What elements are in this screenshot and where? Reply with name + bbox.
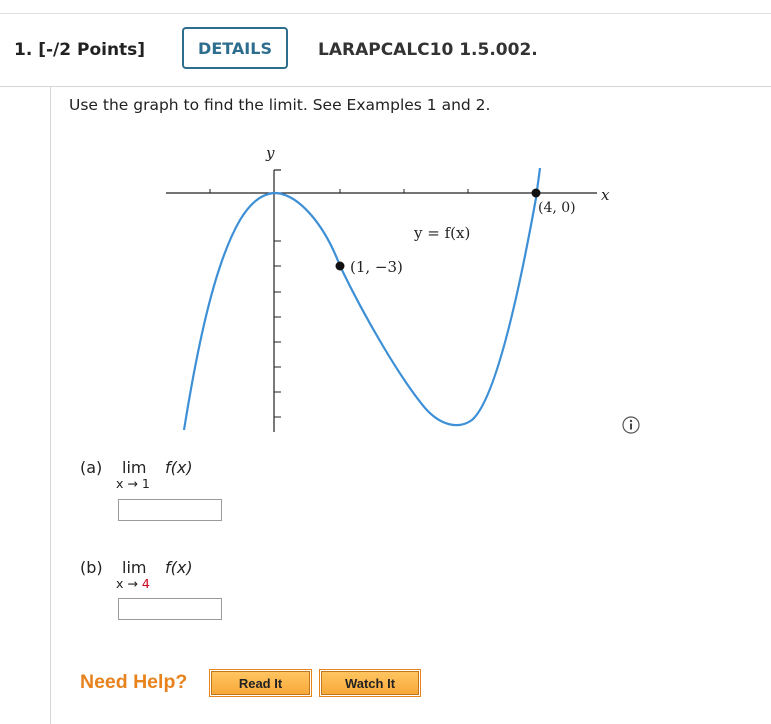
curve-label: y = f(x) [413, 224, 470, 242]
part-b-label: (b) [80, 558, 103, 577]
question-prompt: Use the graph to find the limit. See Exa… [69, 96, 491, 114]
point-label-1-neg3: (1, −3) [350, 258, 403, 276]
part-a-function: f(x) [165, 458, 193, 477]
info-icon[interactable] [622, 416, 640, 434]
x-axis-label: x [601, 186, 610, 204]
part-a-label: (a) [80, 458, 103, 477]
point-label-4-0: (4, 0) [538, 200, 576, 216]
part-a-lim: lim [122, 458, 147, 477]
part-a-answer-input[interactable] [118, 499, 222, 521]
read-it-button[interactable]: Read It [209, 669, 312, 697]
details-button[interactable]: DETAILS [182, 27, 288, 69]
left-border [50, 87, 51, 724]
function-graph: y x y = f(x) (1, −3) (4, 0) [166, 144, 610, 432]
y-axis-label: y [265, 144, 275, 162]
part-b-answer-input[interactable] [118, 598, 222, 620]
question-header: 1. [-/2 Points] DETAILS LARAPCALC10 1.5.… [0, 14, 771, 87]
point-4-0 [531, 188, 541, 198]
watch-it-button[interactable]: Watch It [319, 669, 421, 697]
question-id: LARAPCALC10 1.5.002. [318, 40, 538, 60]
part-a-subscript: x → 1 [116, 476, 150, 491]
part-b-lim: lim [122, 558, 147, 577]
point-1-neg3 [335, 261, 345, 271]
need-help-label: Need Help? [80, 671, 188, 693]
y-axis-ticks [274, 240, 281, 418]
part-b-function: f(x) [165, 558, 193, 577]
part-b-subscript: x → 4 [116, 576, 150, 591]
function-curve [182, 167, 542, 431]
x-axis-ticks [209, 189, 469, 193]
question-number: 1. [-/2 Points] [14, 40, 146, 60]
